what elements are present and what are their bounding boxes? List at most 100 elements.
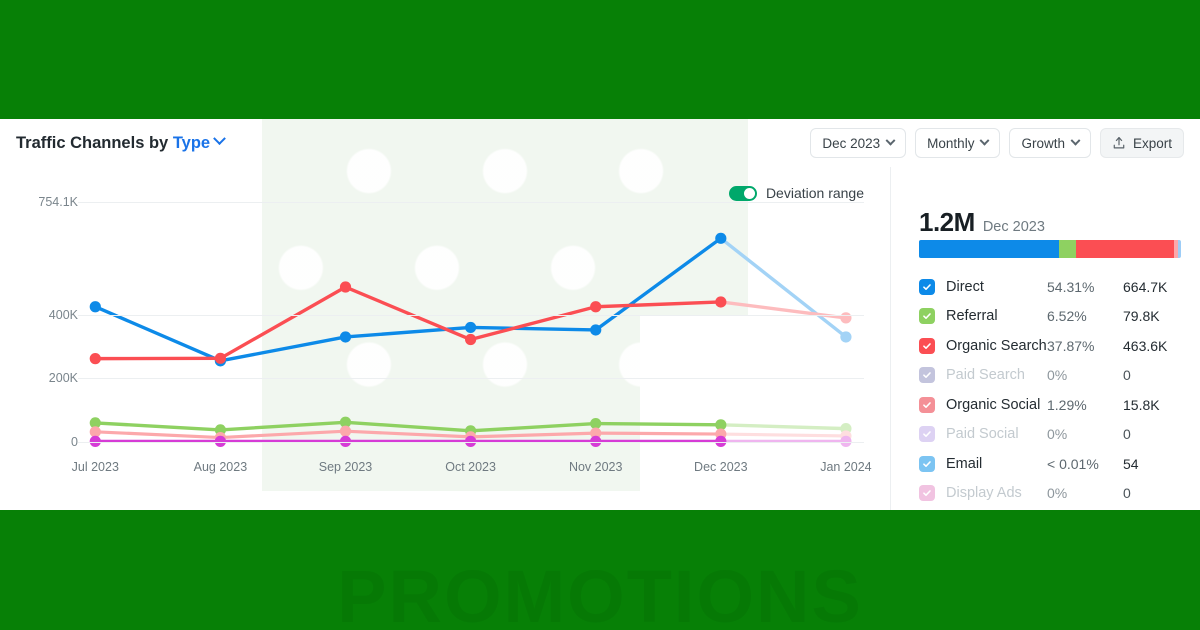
legend-checkbox[interactable] (919, 308, 935, 325)
series-direct (89, 232, 852, 367)
card-header: Traffic Channels by Type Dec 2023 Monthl… (0, 119, 1200, 167)
channel-summary-panel: 1.2M Dec 2023 Direct 54.31% 664.7K Referral… (890, 167, 1200, 510)
legend-row[interactable]: Email < 0.01% 54 (919, 449, 1187, 479)
series-segment (93, 421, 223, 432)
total-value: 1.2M (919, 207, 975, 237)
granularity-label: Monthly (927, 135, 975, 151)
legend-label: Paid Search (946, 367, 1025, 384)
legend-checkbox[interactable] (919, 455, 935, 472)
stack-segment (919, 240, 1060, 258)
chevron-down-icon[interactable] (210, 131, 226, 152)
date-range-dropdown[interactable]: Dec 2023 (810, 128, 907, 158)
x-axis-tick-label: Jan 2024 (820, 460, 872, 474)
data-point[interactable] (89, 301, 101, 313)
legend-checkbox[interactable] (919, 337, 935, 354)
total-period: Dec 2023 (982, 219, 1045, 235)
check-icon (923, 313, 931, 320)
legend-label: Referral (946, 308, 998, 325)
page-title-prefix: Traffic Channels by (16, 133, 169, 152)
legend-checkbox[interactable] (919, 485, 935, 502)
legend-label: Direct (946, 278, 984, 295)
series-segment (343, 429, 473, 439)
legend-row[interactable]: Display Ads 0% 0 (919, 479, 1187, 509)
traffic-channels-card: Traffic Channels by Type Dec 2023 Monthl… (0, 119, 1200, 510)
data-point[interactable] (339, 425, 352, 437)
check-icon (923, 401, 931, 408)
check-icon (923, 283, 931, 290)
legend-checkbox[interactable] (919, 278, 935, 295)
export-button[interactable]: Export (1099, 128, 1184, 158)
legend-value: 0 (1123, 367, 1131, 384)
gridline (78, 314, 864, 316)
legend-label: Paid Social (946, 426, 1019, 443)
legend-percent: 1.29% (1047, 396, 1087, 413)
legend-label: Organic Search (946, 337, 1047, 354)
series-segment (218, 429, 348, 440)
series-segment (594, 300, 723, 309)
data-point[interactable] (465, 321, 477, 334)
legend-percent: < 0.01% (1047, 455, 1099, 472)
data-point[interactable] (339, 281, 352, 293)
legend-percent: 37.87% (1047, 337, 1095, 354)
data-point[interactable] (715, 296, 727, 308)
promo-band-top (0, 0, 1200, 119)
legend-value: 664.7K (1123, 278, 1168, 295)
page-title-accent[interactable]: Type (173, 134, 210, 152)
series-segment (93, 430, 222, 440)
chart-region: Deviation range 0 200K 400K 754.1K Jul 2023… (0, 167, 890, 510)
legend-value: 463.6K (1123, 337, 1168, 354)
series-segment (469, 431, 598, 439)
legend-row[interactable]: Paid Social 0% 0 (919, 420, 1187, 450)
y-axis: 0 200K 400K 754.1K (0, 167, 78, 510)
stack-segment (1076, 240, 1175, 258)
x-axis-tick-label: Oct 2023 (445, 460, 496, 474)
legend-row[interactable]: Organic Social 1.29% 15.8K (919, 390, 1187, 420)
data-point[interactable] (715, 232, 727, 244)
series-segment (719, 423, 848, 431)
legend-checkbox[interactable] (919, 367, 935, 384)
gridline (78, 378, 864, 380)
legend-value: 0 (1123, 485, 1131, 502)
legend-checkbox[interactable] (919, 396, 935, 413)
check-icon (923, 490, 931, 497)
date-range-label: Dec 2023 (822, 135, 881, 151)
y-axis-tick-label: 400K (48, 307, 78, 322)
legend-value: 54 (1123, 455, 1139, 472)
granularity-dropdown[interactable]: Monthly (915, 128, 1001, 158)
stacked-proportion-bar (919, 240, 1181, 258)
x-axis-tick-label: Jul 2023 (71, 460, 119, 474)
data-point[interactable] (590, 417, 602, 430)
series-segment (719, 432, 848, 438)
y-axis-tick-label: 754.1K (38, 195, 78, 209)
legend-row[interactable]: Referral 6.52% 79.8K (919, 302, 1187, 332)
metric-label: Growth (1021, 135, 1065, 151)
data-point[interactable] (840, 331, 852, 343)
data-point[interactable] (89, 353, 101, 365)
metric-dropdown[interactable]: Growth (1009, 128, 1091, 158)
data-point[interactable] (339, 331, 352, 343)
legend-row[interactable]: Direct 54.31% 664.7K (919, 272, 1187, 302)
legend-checkbox[interactable] (919, 426, 935, 443)
header-controls: Dec 2023 Monthly Growth Export (810, 128, 1184, 158)
legend-row[interactable]: Paid Search 0% 0 (919, 361, 1187, 391)
data-point[interactable] (89, 426, 101, 438)
stack-segment (1177, 240, 1181, 258)
page-title: Traffic Channels by Type (16, 131, 226, 153)
data-point[interactable] (465, 333, 477, 346)
x-axis-tick-label: Aug 2023 (193, 460, 248, 474)
chevron-down-icon (1070, 135, 1081, 146)
promo-band-bottom-text: PROMOTIONS (337, 555, 863, 630)
legend-percent: 0% (1047, 426, 1068, 443)
data-point[interactable] (590, 301, 602, 313)
legend-row[interactable]: Organic Search 37.87% 463.6K (919, 331, 1187, 361)
channel-legend-list: Direct 54.31% 664.7K Referral 6.52% 79.8K Orga… (919, 272, 1187, 508)
series-segment (218, 420, 348, 432)
chevron-down-icon (885, 135, 896, 146)
series-segment (719, 236, 848, 339)
series-segment (468, 325, 598, 332)
legend-percent: 0% (1047, 367, 1068, 384)
plot-area: Jul 2023 Aug 2023 Sep 2023 Oct 2023 Nov 2023… (72, 167, 872, 510)
data-point[interactable] (214, 352, 226, 364)
series-segment (594, 421, 723, 427)
data-point[interactable] (590, 324, 602, 336)
